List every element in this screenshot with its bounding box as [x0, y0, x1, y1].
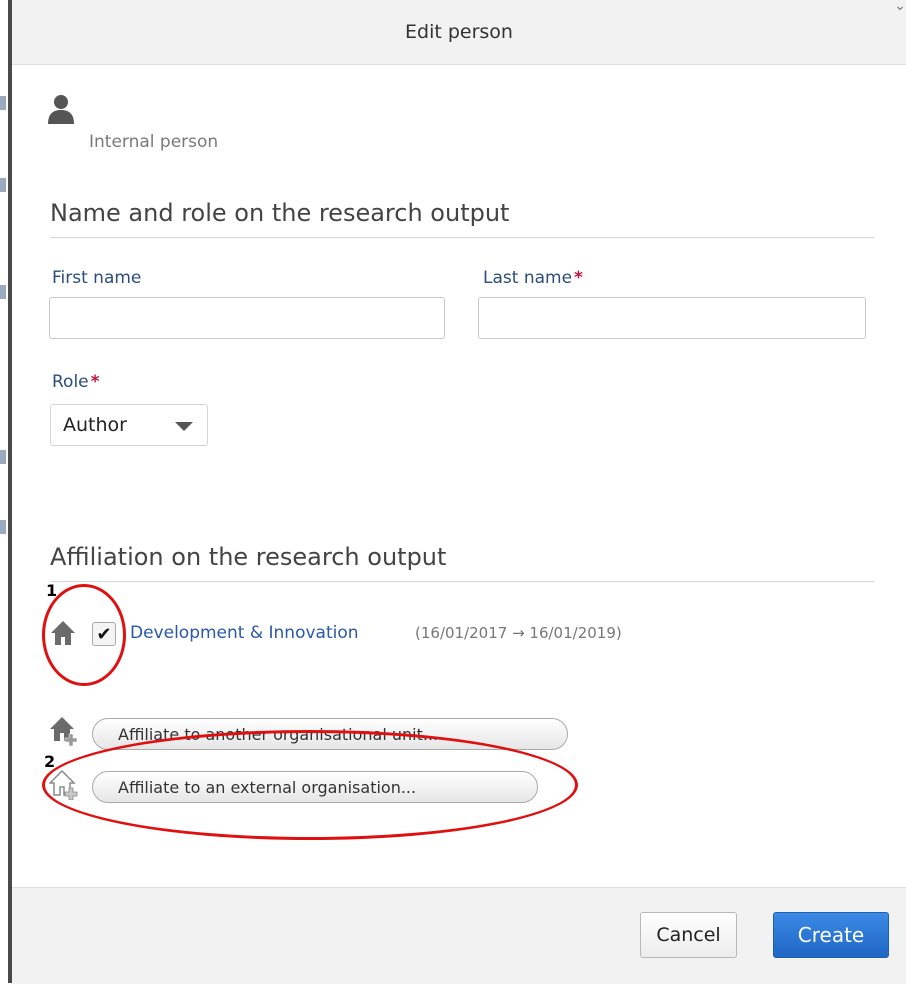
dialog-titlebar: Edit person ⌄ — [12, 0, 906, 65]
last-name-input[interactable] — [478, 297, 866, 339]
affiliation-dates: (16/01/2017 → 16/01/2019) — [415, 624, 622, 642]
close-icon[interactable]: ⌄ — [894, 0, 906, 14]
page-edge-fragment — [0, 96, 6, 110]
annotation-ellipse-2 — [42, 730, 578, 840]
required-asterisk: * — [90, 372, 100, 392]
background-page-edge — [0, 0, 12, 983]
edit-person-dialog: Edit person ⌄ Internal person Name and r… — [12, 0, 906, 984]
first-name-input[interactable] — [49, 297, 445, 339]
role-selected-value: Author — [63, 414, 127, 436]
page-edge-fragment — [0, 520, 6, 534]
page-edge-fragment — [0, 450, 6, 464]
add-internal-unit-icon — [50, 717, 78, 746]
name-role-heading: Name and role on the research output — [50, 199, 874, 238]
first-name-label: First name — [52, 268, 142, 288]
dialog-title: Edit person — [405, 21, 513, 43]
page-edge-fragment — [0, 178, 6, 192]
annotation-circle-1 — [42, 584, 126, 686]
person-type-label: Internal person — [89, 132, 219, 152]
role-label: Role * — [52, 372, 100, 392]
create-button[interactable]: Create — [773, 912, 889, 958]
affiliation-heading: Affiliation on the research output — [50, 543, 874, 582]
person-icon — [48, 95, 74, 124]
dialog-footer — [12, 887, 906, 984]
cancel-button[interactable]: Cancel — [640, 912, 737, 958]
page-edge-fragment — [0, 285, 6, 299]
role-select[interactable]: Author — [50, 404, 208, 446]
organisational-unit-link[interactable]: Development & Innovation — [130, 623, 359, 643]
required-asterisk: * — [574, 268, 583, 288]
chevron-down-icon — [175, 422, 193, 431]
last-name-label: Last name * — [483, 268, 583, 288]
